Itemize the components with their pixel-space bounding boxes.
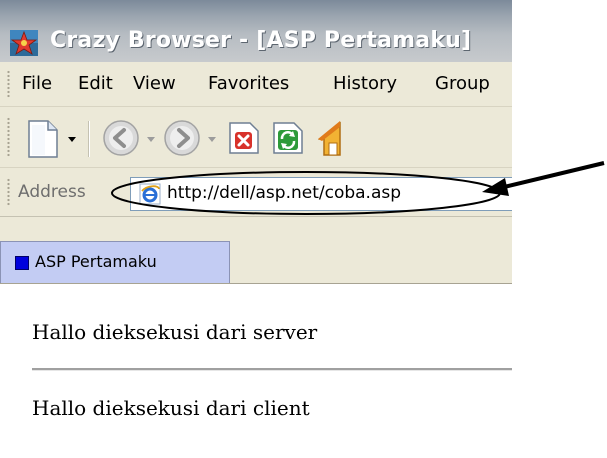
stop-icon[interactable]	[228, 121, 260, 155]
menu-group[interactable]: Group	[435, 73, 490, 94]
tab-asp-pertamaku[interactable]: ASP Pertamaku	[0, 241, 230, 283]
ie-page-icon	[139, 183, 161, 205]
address-input[interactable]: http://dell/asp.net/coba.asp	[130, 177, 512, 211]
refresh-icon[interactable]	[272, 121, 304, 155]
horizontal-rule	[32, 368, 512, 371]
forward-icon[interactable]	[163, 119, 201, 157]
browser-window: Crazy Browser - [ASP Pertamaku] File Edi…	[0, 0, 512, 458]
address-label: Address	[18, 182, 86, 202]
toolbar	[0, 107, 512, 168]
tab-bar: ASP Pertamaku	[0, 217, 512, 284]
crazy-browser-app-icon	[10, 30, 38, 56]
annotation-arrow-line	[499, 161, 605, 190]
addressbar-grip[interactable]	[7, 178, 10, 206]
new-page-dropdown-arrow[interactable]	[68, 137, 76, 142]
new-page-icon[interactable]	[26, 119, 60, 159]
page-content: Hallo dieksekusi dari server Hallo dieks…	[0, 284, 512, 458]
tab-page-icon	[15, 256, 29, 270]
menubar-grip[interactable]	[7, 70, 10, 98]
menu-file[interactable]: File	[22, 73, 52, 94]
home-icon[interactable]	[316, 119, 342, 157]
menu-bar: File Edit View Favorites History Group	[0, 62, 512, 107]
client-output-text: Hallo dieksekusi dari client	[32, 396, 310, 420]
menu-favorites[interactable]: Favorites	[208, 73, 289, 94]
window-title: Crazy Browser - [ASP Pertamaku]	[50, 28, 472, 53]
forward-dropdown-arrow[interactable]	[208, 137, 216, 142]
address-url: http://dell/asp.net/coba.asp	[167, 183, 402, 203]
toolbar-separator	[88, 121, 89, 157]
toolbar-grip[interactable]	[7, 117, 10, 157]
menu-edit[interactable]: Edit	[78, 73, 113, 94]
menu-view[interactable]: View	[133, 73, 176, 94]
title-bar[interactable]: Crazy Browser - [ASP Pertamaku]	[0, 0, 512, 62]
tab-label: ASP Pertamaku	[35, 252, 157, 271]
menu-history[interactable]: History	[333, 73, 397, 94]
address-bar: Address http://dell/asp.net/coba.asp	[0, 168, 512, 217]
server-output-text: Hallo dieksekusi dari server	[32, 320, 318, 344]
back-icon[interactable]	[102, 119, 140, 157]
back-dropdown-arrow[interactable]	[147, 137, 155, 142]
